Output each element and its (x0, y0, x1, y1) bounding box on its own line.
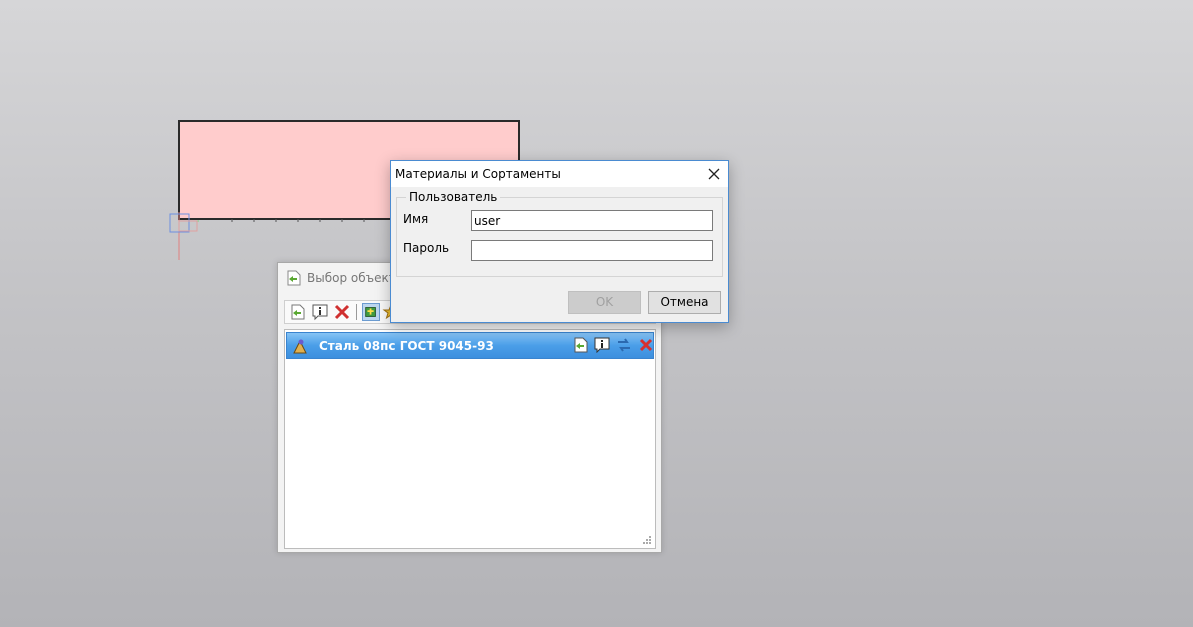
login-dialog[interactable]: Материалы и Сортаменты Пользователь Имя … (390, 160, 729, 323)
coordinate-origin-icon (169, 212, 199, 260)
password-input[interactable] (471, 240, 713, 261)
name-label: Имя (403, 212, 429, 226)
material-icon (293, 339, 307, 354)
ok-button[interactable]: OK (568, 291, 641, 314)
info-icon[interactable] (594, 337, 610, 353)
group-label: Пользователь (406, 190, 501, 204)
resize-grip-icon[interactable] (642, 535, 652, 545)
cancel-button-label: Отмена (660, 295, 709, 309)
cancel-button[interactable]: Отмена (648, 291, 721, 314)
list-item-label: Сталь 08пс ГОСТ 9045-93 (319, 339, 494, 353)
open-icon[interactable] (573, 337, 589, 353)
dialog-titlebar[interactable]: Материалы и Сортаменты (391, 161, 728, 187)
delete-icon[interactable] (638, 337, 654, 353)
ok-button-label: OK (595, 295, 614, 309)
add-icon[interactable] (289, 303, 307, 321)
list-item[interactable]: Сталь 08пс ГОСТ 9045-93 (286, 332, 654, 359)
window-title: Выбор объекта (307, 271, 404, 285)
replace-icon[interactable] (616, 337, 632, 353)
materials-icon[interactable] (362, 303, 380, 321)
document-icon (287, 270, 301, 286)
user-groupbox: Пользователь (396, 190, 723, 277)
password-label: Пароль (403, 241, 450, 255)
toolbar-separator (356, 304, 357, 320)
delete-icon[interactable] (333, 303, 351, 321)
close-icon[interactable] (706, 166, 722, 182)
info-icon[interactable] (311, 303, 329, 321)
dialog-title: Материалы и Сортаменты (395, 167, 561, 181)
name-input[interactable] (471, 210, 713, 231)
object-list: Сталь 08пс ГОСТ 9045-93 (284, 329, 656, 549)
